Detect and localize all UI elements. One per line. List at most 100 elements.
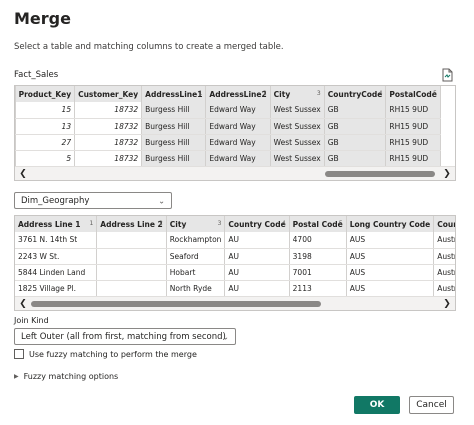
- column-order-badge: 3: [316, 90, 321, 97]
- table-cell: 2243 W St.: [15, 248, 98, 265]
- column-order-badge: 2: [158, 220, 163, 227]
- checkbox-box[interactable]: [14, 349, 24, 359]
- table1-name: Fact_Sales: [14, 70, 59, 80]
- table-cell: Australia: [433, 280, 455, 297]
- table-cell: Burgess Hill: [141, 134, 207, 151]
- table-cell: Edward Way: [205, 134, 271, 151]
- table-cell: West Sussex: [270, 150, 325, 167]
- fuzzy-matching-label: Use fuzzy matching to perform the merge: [29, 349, 197, 359]
- column-header-label: Country Code: [228, 219, 286, 229]
- table-cell: GB: [324, 118, 387, 135]
- table-cell: 15: [15, 102, 76, 119]
- table1-grid[interactable]: DProduct_KeyCustomer_KeyAddressLine11Add…: [14, 85, 456, 181]
- table-cell: Edward Way: [205, 118, 271, 135]
- table-cell: West Sussex: [270, 102, 325, 119]
- column-header-label: Postal Code: [292, 219, 343, 229]
- second-table-select[interactable]: Dim_Geography ⌄: [14, 192, 172, 209]
- table-cell: Seaford: [166, 248, 226, 265]
- table-cell: Burgess Hill: [141, 102, 207, 119]
- table-cell: [96, 248, 167, 265]
- chevron-right-icon: ▶: [14, 373, 19, 380]
- column-header[interactable]: Country: [433, 216, 455, 232]
- table-cell: [96, 264, 167, 281]
- column-header-label: Product_Key: [18, 89, 72, 99]
- table-cell: 18732: [74, 134, 143, 151]
- table-row: 15 18732 Burgess Hill Edward Way West Sussex…: [15, 102, 441, 119]
- column-header[interactable]: CountryCode 4: [324, 86, 387, 102]
- table-cell: Australia: [433, 264, 455, 281]
- scroll-right-icon[interactable]: ❯: [441, 168, 453, 180]
- table-cell: 27: [15, 134, 76, 151]
- column-header[interactable]: AddressLine2 2: [205, 86, 271, 102]
- column-header[interactable]: Address Line 1 1: [15, 216, 98, 232]
- table2-hscrollbar[interactable]: ❮ ❯: [15, 296, 455, 310]
- table-row: 3761 N. 14th St RockhamptonAU4700AUSAustr…: [15, 232, 455, 249]
- preview-file-icon[interactable]: [440, 67, 454, 82]
- table-cell: 5844 Linden Land: [15, 264, 98, 281]
- column-order-badge: 1: [89, 220, 94, 227]
- table-cell: AUS: [346, 232, 435, 249]
- column-header[interactable]: PostalCode 5: [385, 86, 441, 102]
- table-cell: 3761 N. 14th St: [15, 232, 98, 249]
- table-cell: AUS: [346, 248, 435, 265]
- table-cell: AUS: [346, 280, 435, 297]
- scroll-left-icon[interactable]: ❮: [17, 168, 29, 180]
- table-cell: GB: [324, 102, 387, 119]
- fuzzy-options-expander[interactable]: ▶ Fuzzy matching options: [14, 372, 118, 381]
- table-row: 13 18732 Burgess Hill Edward Way West Sussex…: [15, 118, 441, 135]
- column-header[interactable]: Country Code 4: [224, 216, 290, 232]
- column-header-label: City: [273, 89, 291, 99]
- table-cell: AU: [224, 248, 290, 265]
- column-order-badge: 4: [378, 90, 383, 97]
- column-header[interactable]: City 3: [166, 216, 226, 232]
- table2-grid[interactable]: Address Line 1 1 Address Line 2 2 City 3 Count…: [14, 215, 456, 311]
- fuzzy-matching-checkbox[interactable]: Use fuzzy matching to perform the merge: [14, 349, 197, 359]
- column-header[interactable]: City 3: [270, 86, 325, 102]
- dialog-title: Merge: [14, 9, 71, 28]
- column-order-badge: 5: [338, 220, 343, 227]
- scroll-left-icon[interactable]: ❮: [17, 298, 29, 310]
- column-header[interactable]: Address Line 22: [96, 216, 167, 232]
- column-header[interactable]: Customer_Key: [74, 86, 143, 102]
- table-cell: GB: [324, 134, 387, 151]
- join-kind-select[interactable]: Left Outer (all from first, matching fro…: [14, 328, 236, 345]
- table-cell: Burgess Hill: [141, 118, 207, 135]
- fuzzy-options-label: Fuzzy matching options: [23, 372, 119, 381]
- chevron-down-icon: ⌄: [158, 196, 165, 205]
- table-cell: North Ryde: [166, 280, 226, 297]
- table-cell: 18732: [74, 150, 143, 167]
- ok-button[interactable]: OK: [354, 396, 400, 414]
- column-header[interactable]: Long Country Code: [346, 216, 435, 232]
- table-cell: [96, 232, 167, 249]
- table-cell: Hobart: [166, 264, 226, 281]
- table-cell: 18732: [74, 102, 143, 119]
- chevron-down-icon: ⌄: [222, 332, 229, 341]
- column-order-badge: 5: [433, 90, 437, 97]
- table-cell: Burgess Hill: [141, 150, 207, 167]
- cancel-button[interactable]: Cancel: [409, 396, 454, 414]
- column-header-label: Long Country Code: [349, 219, 431, 229]
- column-header[interactable]: AddressLine1 1: [141, 86, 207, 102]
- table-cell: RH15 9UD: [385, 150, 441, 167]
- table-row: 2243 W St. SeafordAU3198AUSAustralia: [15, 248, 455, 265]
- column-header[interactable]: Postal Code 5: [289, 216, 347, 232]
- table-cell: [96, 280, 167, 297]
- dialog-subtitle: Select a table and matching columns to c…: [14, 42, 284, 52]
- table1-hscrollbar[interactable]: ❮ ❯: [15, 166, 455, 180]
- column-header-label: AddressLine1: [145, 89, 203, 99]
- table-cell: 7001: [289, 264, 347, 281]
- column-header-label: CountryCode: [327, 89, 383, 99]
- scroll-right-icon[interactable]: ❯: [441, 298, 453, 310]
- table-cell: 2113: [289, 280, 347, 297]
- scroll-thumb[interactable]: [325, 171, 435, 177]
- scroll-thumb[interactable]: [31, 301, 321, 307]
- column-header-label: PostalCode: [389, 89, 437, 99]
- table-cell: GB: [324, 150, 387, 167]
- column-header[interactable]: Product_Key: [15, 86, 76, 102]
- table-cell: AU: [224, 280, 290, 297]
- table-cell: 4700: [289, 232, 347, 249]
- column-order-badge: 3: [217, 220, 222, 227]
- column-header-label: City: [169, 219, 187, 229]
- column-header-label: Address Line 1: [18, 219, 81, 229]
- table-cell: Australia: [433, 232, 455, 249]
